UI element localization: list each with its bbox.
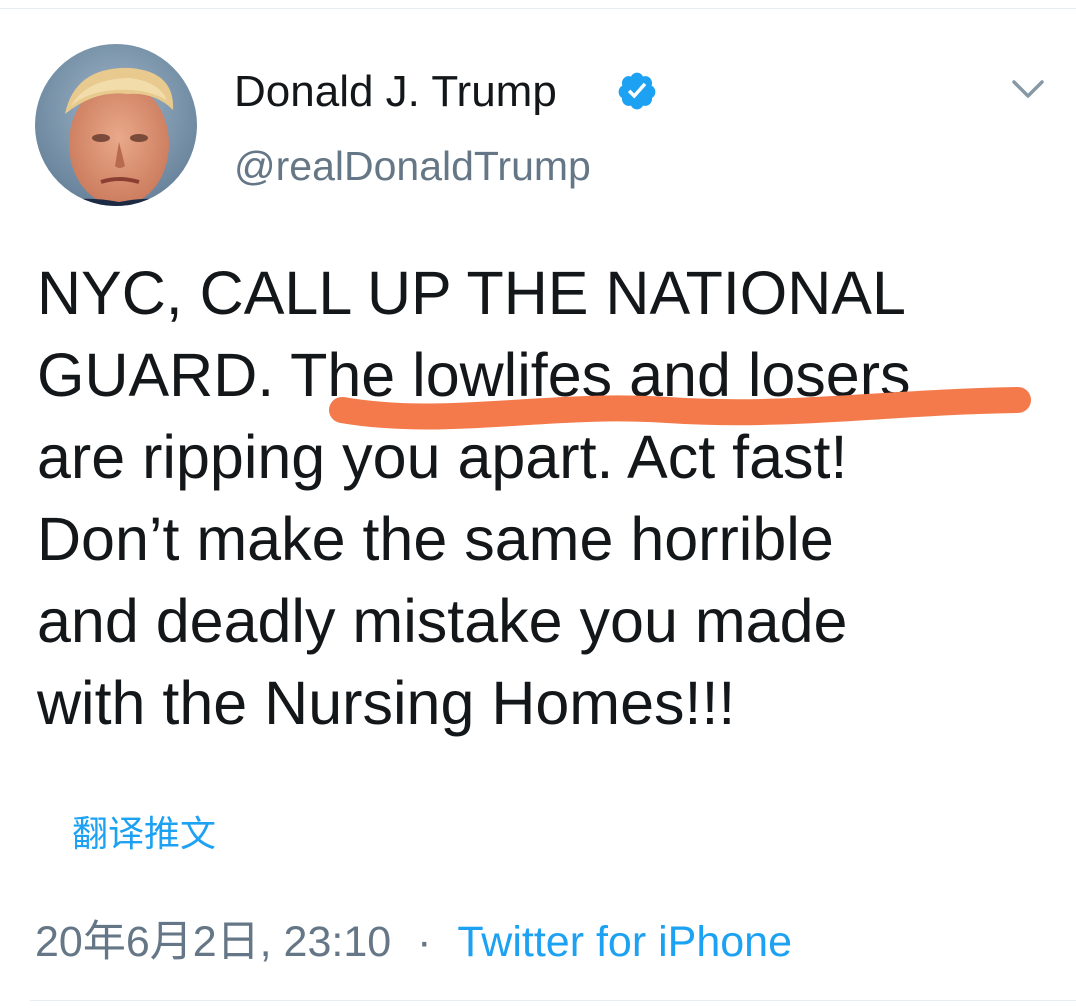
avatar[interactable] — [35, 44, 197, 206]
tweet-meta: 20年6月2日, 23:10 · Twitter for iPhone — [35, 912, 792, 972]
tweet-text: NYC, CALL UP THE NATIONAL GUARD. The low… — [37, 259, 911, 737]
verified-badge-icon — [616, 70, 658, 112]
bottom-divider — [30, 1000, 1076, 1001]
author-handle[interactable]: @realDonaldTrump — [234, 138, 591, 194]
meta-separator: · — [417, 918, 432, 966]
tweet-timestamp[interactable]: 20年6月2日, 23:10 — [35, 912, 391, 972]
chevron-down-icon[interactable] — [1010, 74, 1046, 104]
tweet-source-link[interactable]: Twitter for iPhone — [457, 912, 792, 972]
author-display-name[interactable]: Donald J. Trump — [234, 64, 557, 120]
translate-tweet-link[interactable]: 翻译推文 — [72, 810, 216, 860]
top-divider — [0, 8, 1076, 9]
